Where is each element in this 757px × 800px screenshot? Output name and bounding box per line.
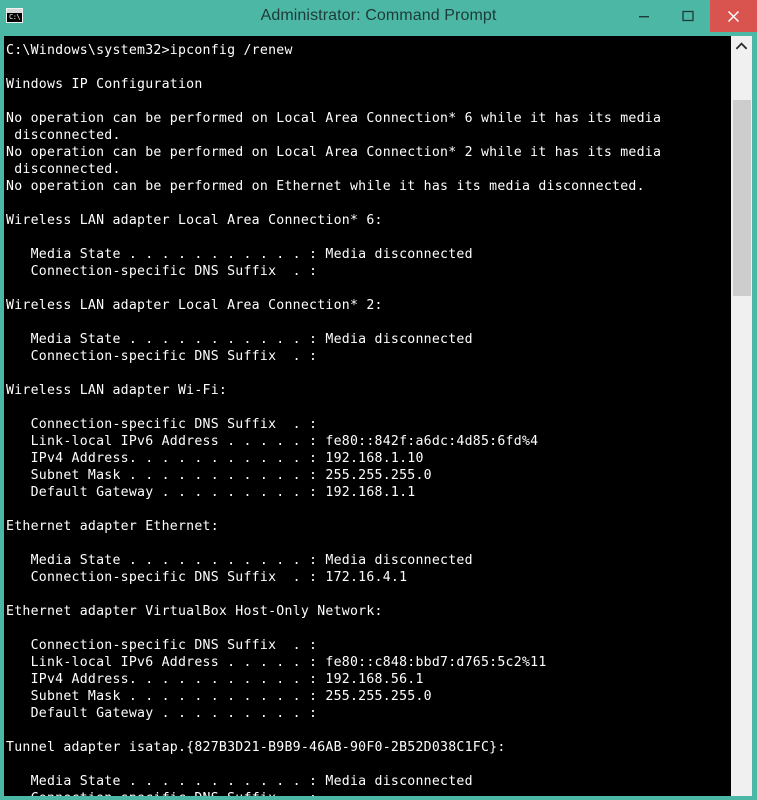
window-controls (622, 0, 757, 32)
console-surface[interactable]: C:\Windows\system32>ipconfig /renew Wind… (4, 36, 752, 796)
console-output[interactable]: C:\Windows\system32>ipconfig /renew Wind… (6, 42, 730, 796)
maximize-button[interactable] (666, 0, 710, 32)
title-bar[interactable]: C:\ Administrator: Command Prompt (0, 0, 757, 32)
console-icon-glyph: C:\ (9, 13, 21, 21)
vertical-scrollbar[interactable] (730, 36, 752, 796)
scrollbar-track[interactable] (731, 56, 752, 796)
close-icon (727, 10, 740, 22)
minimize-icon (639, 16, 649, 18)
maximize-icon (682, 10, 694, 22)
chevron-up-icon (736, 42, 747, 50)
console-icon: C:\ (6, 8, 23, 23)
scrollbar-thumb[interactable] (733, 100, 751, 296)
scroll-up-button[interactable] (731, 36, 752, 56)
command-prompt-window: C:\ Administrator: Command Prompt C:\Win… (0, 0, 757, 800)
minimize-button[interactable] (622, 0, 666, 32)
close-button[interactable] (710, 0, 757, 32)
console-frame: C:\Windows\system32>ipconfig /renew Wind… (0, 32, 757, 800)
